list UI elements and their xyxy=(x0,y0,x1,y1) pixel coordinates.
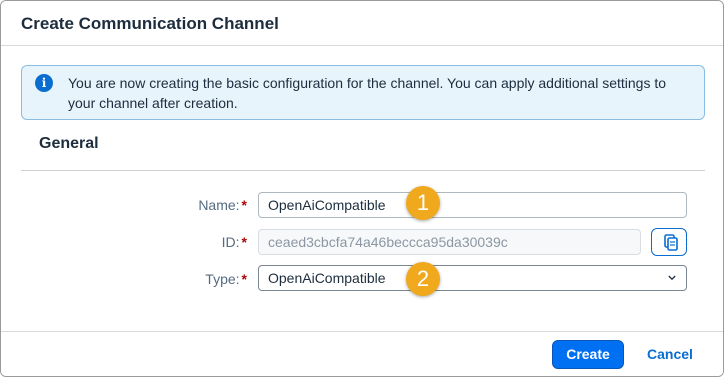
dialog-header: Create Communication Channel xyxy=(1,1,723,46)
name-label-text: Name: xyxy=(198,197,240,213)
name-input[interactable]: OpenAiCompatible xyxy=(258,192,687,218)
type-select-value: OpenAiCompatible xyxy=(268,270,386,286)
required-marker: * xyxy=(241,271,247,287)
required-marker: * xyxy=(241,197,247,213)
copy-id-button[interactable] xyxy=(651,228,687,256)
cancel-button[interactable]: Cancel xyxy=(634,340,706,369)
id-label: ID: * xyxy=(222,234,247,250)
id-input-value: ceaed3cbcfa74a46beccca95da30039c xyxy=(268,234,508,250)
annotation-badge-1: 1 xyxy=(406,186,440,220)
info-icon: i xyxy=(35,74,53,92)
type-label: Type: * xyxy=(205,271,247,287)
id-label-text: ID: xyxy=(221,234,240,250)
annotation-badge-2: 2 xyxy=(406,262,440,296)
chevron-down-icon xyxy=(668,275,676,281)
create-channel-dialog: Create Communication Channel i You are n… xyxy=(0,0,724,377)
info-message-text: You are now creating the basic configura… xyxy=(68,75,667,111)
required-marker: * xyxy=(241,234,247,250)
section-divider xyxy=(21,170,705,171)
create-button[interactable]: Create xyxy=(552,340,624,369)
dialog-title: Create Communication Channel xyxy=(21,14,279,33)
id-input[interactable]: ceaed3cbcfa74a46beccca95da30039c xyxy=(258,229,641,255)
info-message-strip: i You are now creating the basic configu… xyxy=(21,65,705,120)
section-title-general: General xyxy=(39,135,99,152)
copy-icon xyxy=(664,234,678,251)
type-label-text: Type: xyxy=(205,271,240,287)
name-label: Name: * xyxy=(198,197,247,213)
type-select[interactable]: OpenAiCompatible xyxy=(258,265,687,291)
name-input-value: OpenAiCompatible xyxy=(268,197,386,213)
